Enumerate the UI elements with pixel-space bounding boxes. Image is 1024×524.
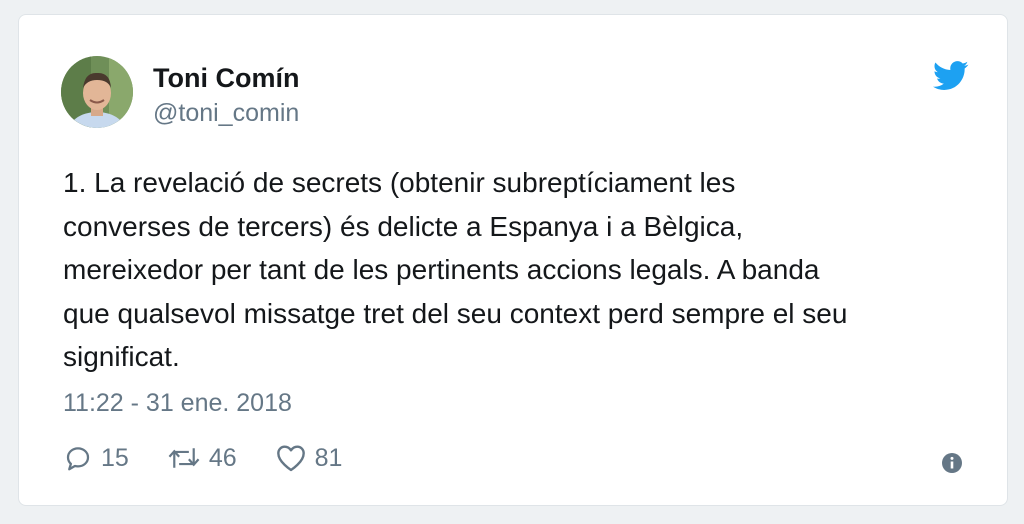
author-handle[interactable]: @toni_comin bbox=[153, 99, 299, 128]
author-name[interactable]: Toni Comín bbox=[153, 63, 299, 94]
retweet-icon bbox=[168, 448, 200, 468]
tweet-actions: 15 46 81 bbox=[63, 443, 380, 473]
info-icon[interactable] bbox=[941, 452, 963, 474]
tweet-text: 1. La revelació de secrets (obtenir subr… bbox=[63, 167, 848, 372]
tweet-timestamp[interactable]: 11:22 - 31 ene. 2018 bbox=[63, 389, 292, 418]
reply-button[interactable]: 15 bbox=[63, 443, 129, 473]
tweet-card: Toni Comín @toni_comin 1. La revelació d… bbox=[18, 14, 1008, 506]
avatar[interactable] bbox=[61, 56, 133, 128]
reply-bubble-icon bbox=[66, 447, 90, 471]
retweet-button[interactable]: 46 bbox=[167, 443, 237, 473]
twitter-bird-icon[interactable] bbox=[933, 61, 969, 91]
like-count: 81 bbox=[314, 443, 343, 472]
reply-count: 15 bbox=[101, 443, 129, 472]
retweet-count: 46 bbox=[208, 443, 237, 472]
heart-icon bbox=[276, 445, 305, 472]
like-button[interactable]: 81 bbox=[275, 443, 343, 473]
